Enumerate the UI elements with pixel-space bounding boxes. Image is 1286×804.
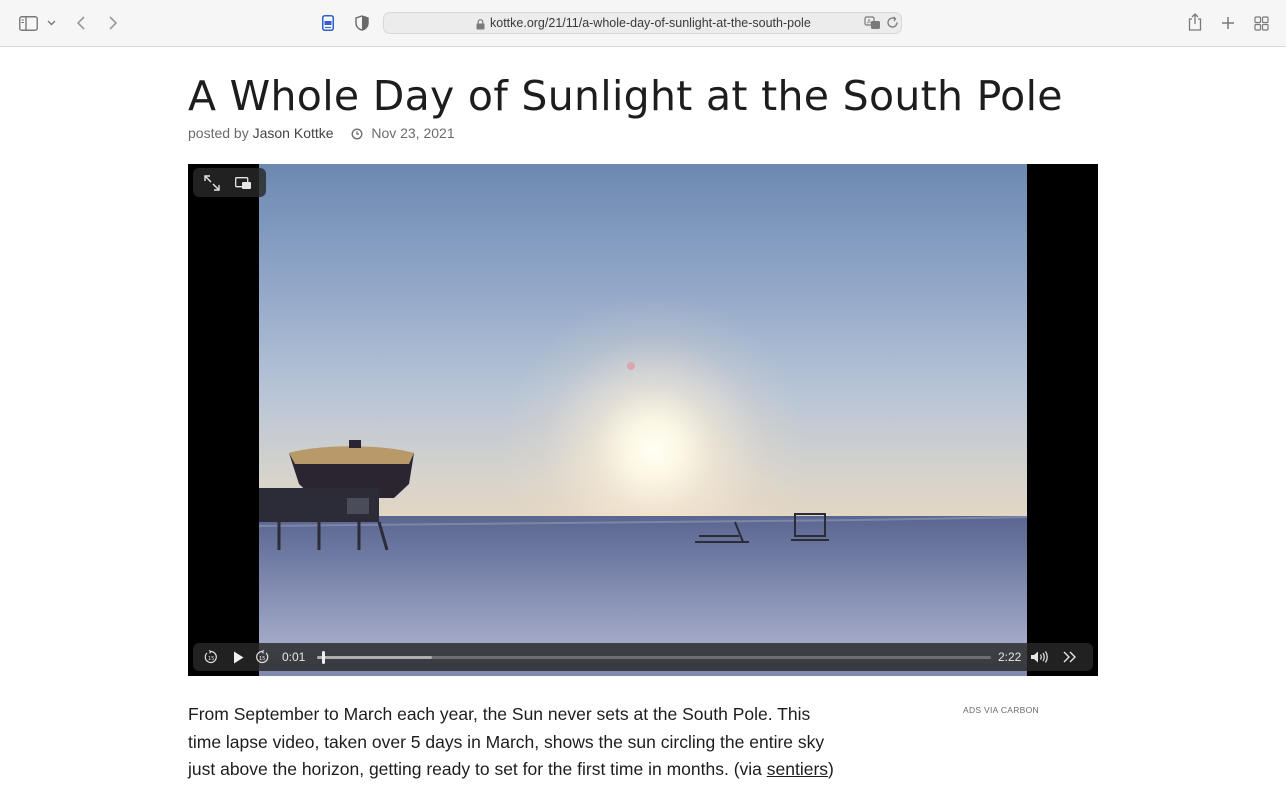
svg-text:15: 15	[259, 656, 265, 662]
video-frame	[259, 164, 1027, 676]
article-body-text: From September to March each year, the S…	[188, 704, 825, 779]
address-bar[interactable]: kottke.org/21/11/a-whole-day-of-sunlight…	[383, 12, 902, 34]
via-link[interactable]: sentiers	[767, 759, 828, 779]
video-player[interactable]: 15 15 0:01 2:22	[188, 164, 1098, 676]
video-bottom-controls: 15 15 0:01 2:22	[193, 643, 1093, 671]
forward-icon[interactable]	[106, 14, 120, 32]
fast-forward-icon[interactable]	[1062, 649, 1078, 665]
play-icon[interactable]	[230, 649, 246, 665]
article-title: A Whole Day of Sunlight at the South Pol…	[188, 72, 1063, 120]
browser-toolbar: kottke.org/21/11/a-whole-day-of-sunlight…	[0, 0, 1286, 47]
translate-icon[interactable]: A	[864, 15, 882, 36]
clock-icon	[351, 127, 363, 143]
url-text[interactable]: kottke.org/21/11/a-whole-day-of-sunlight…	[490, 13, 811, 33]
reload-icon[interactable]	[886, 16, 899, 34]
chevron-down-icon[interactable]	[45, 17, 57, 29]
svg-text:15: 15	[208, 656, 214, 662]
reader-icon[interactable]	[320, 14, 336, 32]
progress-scrubber[interactable]	[321, 651, 325, 664]
author-link[interactable]: Jason Kottke	[253, 125, 334, 141]
station-silhouette	[259, 362, 1027, 551]
shield-icon[interactable]	[354, 14, 370, 32]
volume-icon[interactable]	[1029, 649, 1051, 665]
tab-overview-icon[interactable]	[1252, 14, 1270, 32]
ads-label: ADS VIA CARBON	[963, 705, 1039, 715]
skip-back-15-icon[interactable]: 15	[203, 649, 219, 665]
post-date: Nov 23, 2021	[371, 125, 455, 141]
posted-by-label: posted by	[188, 125, 249, 141]
buffered-bar	[317, 656, 432, 659]
current-time: 0:01	[282, 650, 306, 664]
article-meta: posted by Jason Kottke Nov 23, 2021	[188, 125, 455, 143]
share-icon[interactable]	[1186, 12, 1204, 32]
video-top-controls	[193, 168, 266, 197]
skip-forward-15-icon[interactable]: 15	[254, 649, 270, 665]
new-tab-icon[interactable]	[1219, 14, 1237, 32]
duration: 2:22	[998, 650, 1022, 664]
article-body: From September to March each year, the S…	[188, 701, 848, 784]
sidebar-icon[interactable]	[18, 14, 38, 32]
picture-in-picture-icon[interactable]	[233, 174, 253, 192]
fullscreen-icon[interactable]	[203, 174, 221, 192]
back-icon[interactable]	[74, 14, 88, 32]
lock-icon	[476, 17, 485, 35]
progress-track[interactable]	[317, 651, 991, 664]
article-body-end: )	[828, 759, 834, 779]
